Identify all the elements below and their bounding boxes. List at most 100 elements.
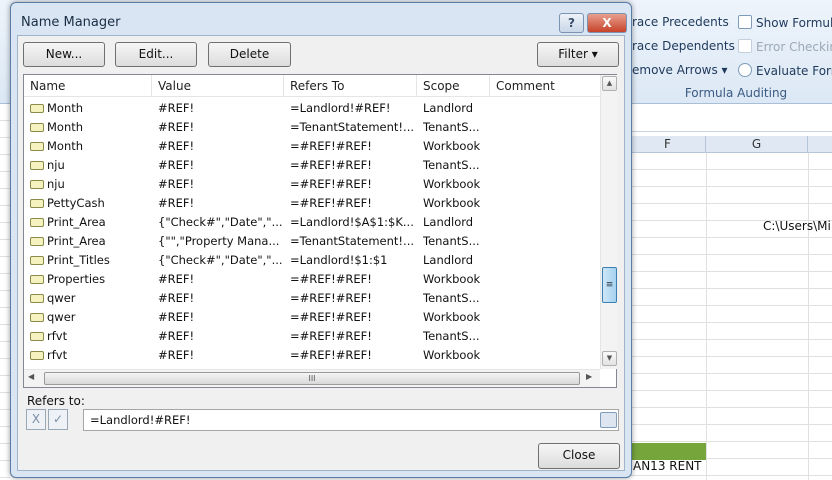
table-row[interactable]: nju #REF! =#REF!#REF! Workbook [24,175,600,194]
cell-text: Workbook [423,139,481,153]
cell-text: Month [47,139,84,153]
scroll-up-icon[interactable]: ▲ [602,76,617,91]
named-range-icon [30,142,44,151]
scroll-thumb[interactable]: ≡ [602,267,617,303]
help-button[interactable]: ? [559,13,584,33]
column-comment[interactable]: Comment [490,75,600,97]
cell-text: Month [47,101,84,115]
named-range-icon [30,237,44,246]
collapse-dialog-icon[interactable] [600,412,617,428]
column-header-f[interactable]: F [630,136,706,153]
table-row[interactable]: qwer #REF! =#REF!#REF! Workbook [24,308,600,327]
cell-text: =Landlord!$1:$1 [290,253,388,267]
cell-refers: =#REF!#REF! [290,270,372,289]
named-range-icon [30,218,44,227]
spreadsheet-grid[interactable] [630,153,832,480]
list-header: Name Value Refers To Scope Comment [24,75,600,97]
close-button[interactable]: Close [538,443,620,469]
cell-name: Print_Titles [30,251,110,270]
trace-precedents-button[interactable]: race Precedents [632,15,729,29]
horizontal-scrollbar[interactable]: ◀ III ▶ [24,369,600,387]
cell-text: =#REF!#REF! [290,177,372,191]
table-row[interactable]: nju #REF! =#REF!#REF! TenantS... [24,156,600,175]
table-row[interactable]: Month #REF! =#REF!#REF! Workbook [24,137,600,156]
cell-g-path[interactable]: C:\Users\Mi [763,219,831,233]
cell-text: {"Check#","Date","... [158,253,283,267]
cell-scope: Workbook [423,194,480,213]
cell-value: #REF! [158,99,194,118]
named-range-icon [30,256,44,265]
edit-button[interactable]: Edit... [115,42,197,67]
cell-text: =#REF!#REF! [290,139,372,153]
refers-to-label: Refers to: [27,394,85,408]
cell-text: =#REF!#REF! [290,272,372,286]
column-refers-to[interactable]: Refers To [284,75,417,97]
vertical-scrollbar[interactable]: ▲ ≡ ▼ [600,75,617,369]
cell-text: =#REF!#REF! [290,158,372,172]
table-row[interactable]: rfvt #REF! =#REF!#REF! TenantS... [24,327,600,346]
table-row[interactable]: Month #REF! =TenantStatement!... TenantS... [24,118,600,137]
evaluate-formula-button[interactable]: Evaluate Form [738,63,832,78]
cell-text: Workbook [423,310,481,324]
new-button[interactable]: New... [23,42,105,67]
name-manager-dialog: Name Manager ? X New... Edit... Delete F… [10,2,632,478]
remove-arrows-button[interactable]: emove Arrows ▾ [632,63,728,77]
table-row[interactable]: Print_Area {"Check#","Date","... =Landlord… [24,213,600,232]
scroll-down-icon[interactable]: ▼ [602,351,617,366]
table-row[interactable]: Properties #REF! =#REF!#REF! Workbook [24,270,600,289]
close-icon[interactable]: X [587,13,627,33]
dialog-title: Name Manager [21,15,121,30]
cell-text: TenantS... [423,291,480,305]
cell-value: #REF! [158,156,194,175]
names-list[interactable]: Name Value Refers To Scope Comment Month… [23,74,617,388]
cell-text: Properties [47,272,106,286]
named-range-icon [30,294,44,303]
table-row[interactable]: Print_Area {"","Property Mana... =TenantSt… [24,232,600,251]
table-row[interactable]: PettyCash #REF! =#REF!#REF! Workbook [24,194,600,213]
trace-dependents-button[interactable]: race Dependents [632,39,735,53]
cell-text: {"","Property Mana... [158,234,280,248]
cell-text: TenantS... [423,329,480,343]
confirm-edit-icon[interactable]: ✓ [48,409,68,430]
cell-scope: TenantS... [423,232,480,251]
refers-to-input[interactable]: =Landlord!#REF! [83,409,619,431]
cell-text: #REF! [158,348,195,362]
cell-scope: Workbook [423,137,480,156]
horizontal-scroll-thumb[interactable]: III [44,372,580,385]
table-row[interactable]: qwer #REF! =#REF!#REF! TenantS... [24,289,600,308]
table-row[interactable]: Month #REF! =Landlord!#REF! Landlord [24,99,600,118]
cell-refers: =Landlord!$A$1:$K... [290,213,414,232]
table-row[interactable]: rfvt #REF! =#REF!#REF! Workbook [24,346,600,365]
cell-name: Month [30,118,83,137]
scroll-left-icon[interactable]: ◀ [28,372,34,381]
grid-line [706,153,707,480]
error-checking-button[interactable]: Error Checkin [738,39,832,54]
cell-value: #REF! [158,327,194,346]
column-value[interactable]: Value [152,75,284,97]
cell-refers: =#REF!#REF! [290,137,372,156]
cell-value: {"Check#","Date","... [158,251,283,270]
green-header-cell[interactable] [630,443,706,460]
show-formulas-button[interactable]: Show Formul [738,15,832,30]
cell-value: #REF! [158,270,194,289]
delete-button[interactable]: Delete [208,42,291,67]
cell-text: #REF! [158,120,195,134]
column-scope[interactable]: Scope [417,75,490,97]
filter-button[interactable]: Filter ▾ [537,42,619,67]
table-row[interactable]: Print_Titles {"Check#","Date","... =Landlo… [24,251,600,270]
cell-rent[interactable]: AN13 RENT [633,459,702,473]
cell-text: TenantS... [423,158,480,172]
column-header-g[interactable]: G [706,136,808,153]
cell-text: =#REF!#REF! [290,348,372,362]
cell-value: #REF! [158,308,194,327]
cancel-edit-icon[interactable]: X [26,409,46,430]
cell-value: #REF! [158,194,194,213]
cell-scope: TenantS... [423,156,480,175]
cell-text: #REF! [158,329,195,343]
cell-text: #REF! [158,177,195,191]
cell-scope: Landlord [423,99,473,118]
cell-text: Workbook [423,177,481,191]
column-name[interactable]: Name [24,75,152,97]
scroll-right-icon[interactable]: ▶ [586,372,592,381]
cell-text: Workbook [423,196,481,210]
